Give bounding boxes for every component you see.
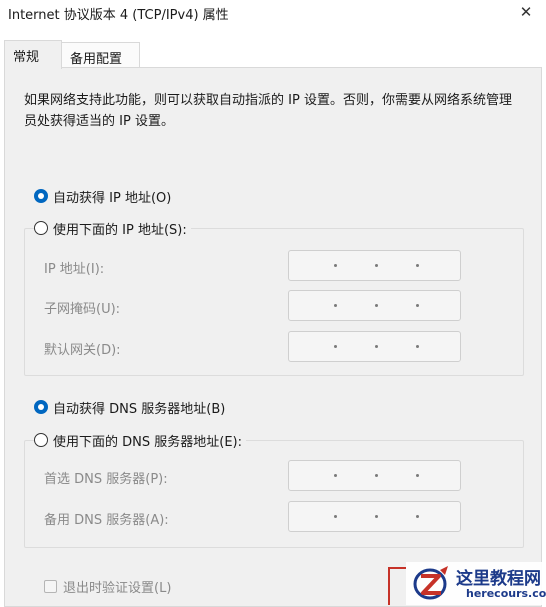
octet-separator: [416, 264, 419, 267]
use-following-dns-label: 使用下面的 DNS 服务器地址(E):: [53, 434, 242, 450]
radio-unchecked-icon: [34, 433, 48, 447]
octet-separator: [334, 345, 337, 348]
octet-separator: [334, 515, 337, 518]
use-following-ip-label: 使用下面的 IP 地址(S):: [53, 222, 187, 238]
description-text: 如果网络支持此功能，则可以获取自动指派的 IP 设置。否则，你需要从网络系统管理…: [24, 93, 512, 129]
validate-on-exit-checkbox: 退出时验证设置(L): [44, 577, 171, 596]
use-following-dns-radio[interactable]: 使用下面的 DNS 服务器地址(E):: [34, 430, 246, 450]
octet-separator: [416, 304, 419, 307]
subnet-mask-label: 子网掩码(U):: [44, 302, 121, 317]
octet-separator: [416, 474, 419, 477]
watermark-title: 这里教程网: [456, 569, 541, 589]
octet-separator: [334, 474, 337, 477]
octet-separator: [375, 474, 378, 477]
preferred-dns-input: [288, 460, 461, 491]
obtain-dns-auto-radio[interactable]: 自动获得 DNS 服务器地址(B): [34, 397, 230, 417]
watermark-site: herecours.com: [466, 587, 546, 600]
octet-separator: [375, 515, 378, 518]
alternate-dns-input: [288, 501, 461, 532]
octet-separator: [375, 264, 378, 267]
octet-separator: [375, 304, 378, 307]
validate-on-exit-label: 退出时验证设置(L): [63, 581, 172, 596]
ip-address-label: IP 地址(I):: [44, 262, 105, 277]
watermark: 这里教程网 herecours.com: [406, 562, 546, 605]
tab-alternate-configuration[interactable]: 备用配置: [62, 42, 140, 67]
use-following-ip-radio[interactable]: 使用下面的 IP 地址(S):: [34, 218, 191, 238]
radio-unchecked-icon: [34, 221, 48, 235]
checkbox-unchecked-icon: [44, 580, 57, 593]
octet-separator: [334, 264, 337, 267]
obtain-ip-auto-radio[interactable]: 自动获得 IP 地址(O): [34, 186, 176, 206]
preferred-dns-label: 首选 DNS 服务器(P):: [44, 472, 168, 487]
default-gateway-label: 默认网关(D):: [44, 343, 121, 358]
tab-general[interactable]: 常规: [4, 40, 62, 69]
tab-strip: 常规 备用配置: [0, 40, 546, 69]
default-gateway-input: [288, 331, 461, 362]
radio-checked-icon: [34, 400, 48, 414]
watermark-logo-icon: [413, 566, 448, 600]
octet-separator: [416, 515, 419, 518]
octet-separator: [416, 345, 419, 348]
octet-separator: [375, 345, 378, 348]
radio-checked-icon: [34, 189, 48, 203]
close-icon[interactable]: ✕: [516, 2, 536, 22]
subnet-mask-input: [288, 290, 461, 321]
title-bar: Internet 协议版本 4 (TCP/IPv4) 属性 ✕: [0, 0, 546, 26]
window-title: Internet 协议版本 4 (TCP/IPv4) 属性: [8, 8, 229, 23]
ip-address-input: [288, 250, 461, 281]
advanced-button-edge[interactable]: [388, 567, 406, 605]
obtain-ip-auto-label: 自动获得 IP 地址(O): [53, 190, 172, 206]
octet-separator: [334, 304, 337, 307]
alternate-dns-label: 备用 DNS 服务器(A):: [44, 513, 169, 528]
obtain-dns-auto-label: 自动获得 DNS 服务器地址(B): [53, 401, 226, 417]
